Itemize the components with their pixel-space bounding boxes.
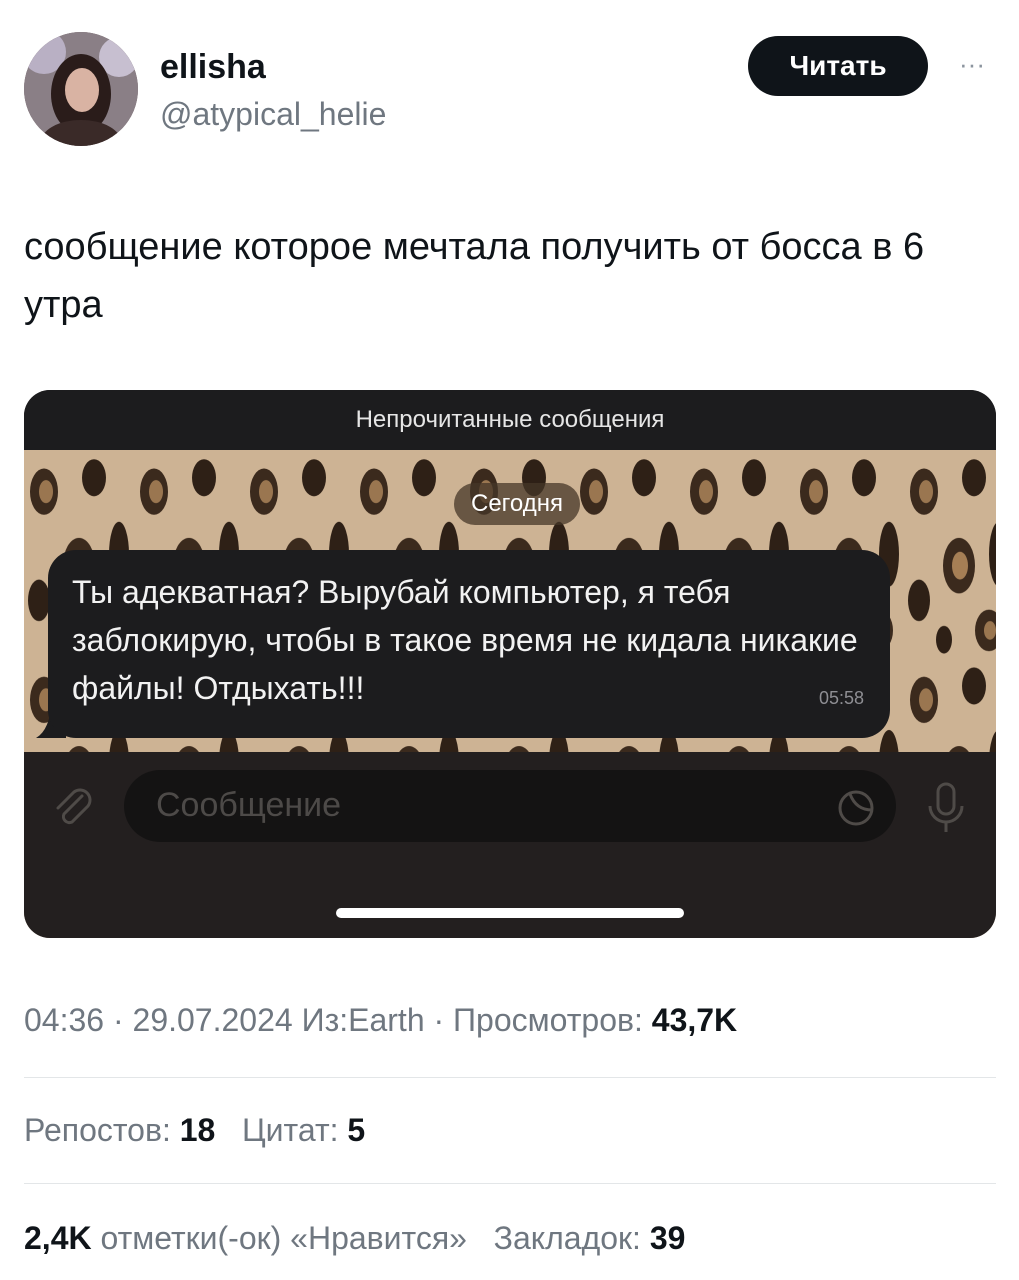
engagement-stats: Репостов: 18 Цитат: 5: [24, 1112, 365, 1149]
bookmarks-count: 39: [649, 1220, 686, 1256]
divider: [24, 1183, 996, 1184]
follow-button[interactable]: Читать: [748, 36, 928, 96]
divider: [24, 1077, 996, 1078]
reposts-count: 18: [179, 1112, 216, 1148]
avatar-image: [24, 32, 138, 146]
message-input-placeholder: Сообщение: [156, 786, 342, 824]
more-options-icon[interactable]: ···: [952, 49, 992, 79]
quotes-count: 5: [347, 1112, 366, 1148]
avatar[interactable]: [24, 32, 138, 146]
reposts-link[interactable]: Репостов: 18: [24, 1112, 224, 1148]
bookmarks-label: Закладок:: [493, 1220, 641, 1256]
likes-link[interactable]: 2,4K отметки(-ок) «Нравится»: [24, 1220, 476, 1256]
likes-label: отметки(-ок) «Нравится»: [100, 1220, 467, 1256]
views-label: Просмотров:: [453, 1002, 643, 1038]
tweet-time[interactable]: 04:36: [24, 1002, 104, 1038]
tweet-text: сообщение которое мечтала получить от бо…: [24, 226, 925, 326]
unread-messages-banner: Непрочитанные сообщения: [24, 390, 996, 450]
message-input[interactable]: Сообщение: [124, 770, 896, 842]
meta-separator: ·: [433, 1002, 445, 1038]
tweet-date[interactable]: 29.07.2024: [133, 1002, 293, 1038]
meta-separator: ·: [112, 1002, 124, 1038]
likes-count: 2,4K: [24, 1220, 92, 1256]
quotes-link[interactable]: Цитат: 5: [242, 1112, 365, 1148]
chat-message-text: Ты адекватная? Вырубай компьютер, я тебя…: [72, 574, 858, 706]
tweet-meta: 04:36 · 29.07.2024 Из:Earth · Просмотров…: [24, 1002, 737, 1039]
quotes-label: Цитат:: [242, 1112, 339, 1148]
chat-message-bubble: Ты адекватная? Вырубай компьютер, я тебя…: [48, 550, 890, 738]
bookmarks-link[interactable]: Закладок: 39: [494, 1220, 686, 1256]
date-chip: Сегодня: [454, 483, 580, 525]
microphone-icon[interactable]: [922, 780, 970, 836]
reposts-label: Репостов:: [24, 1112, 171, 1148]
tweet-source: Из:Earth: [301, 1002, 425, 1038]
likes-bookmarks-stats: 2,4K отметки(-ок) «Нравится» Закладок: 3…: [24, 1220, 685, 1257]
tweet-media-image[interactable]: Непрочитанные сообщения Сегодня Ты адекв…: [24, 390, 996, 938]
chat-message-time: 05:58: [818, 688, 864, 708]
author-handle[interactable]: @atypical_helie: [160, 96, 386, 133]
paperclip-icon[interactable]: [48, 782, 96, 830]
sticker-icon[interactable]: [836, 788, 876, 828]
author-display-name[interactable]: ellisha: [160, 48, 266, 87]
views-count: 43,7K: [651, 1002, 738, 1038]
home-indicator: [336, 908, 684, 918]
